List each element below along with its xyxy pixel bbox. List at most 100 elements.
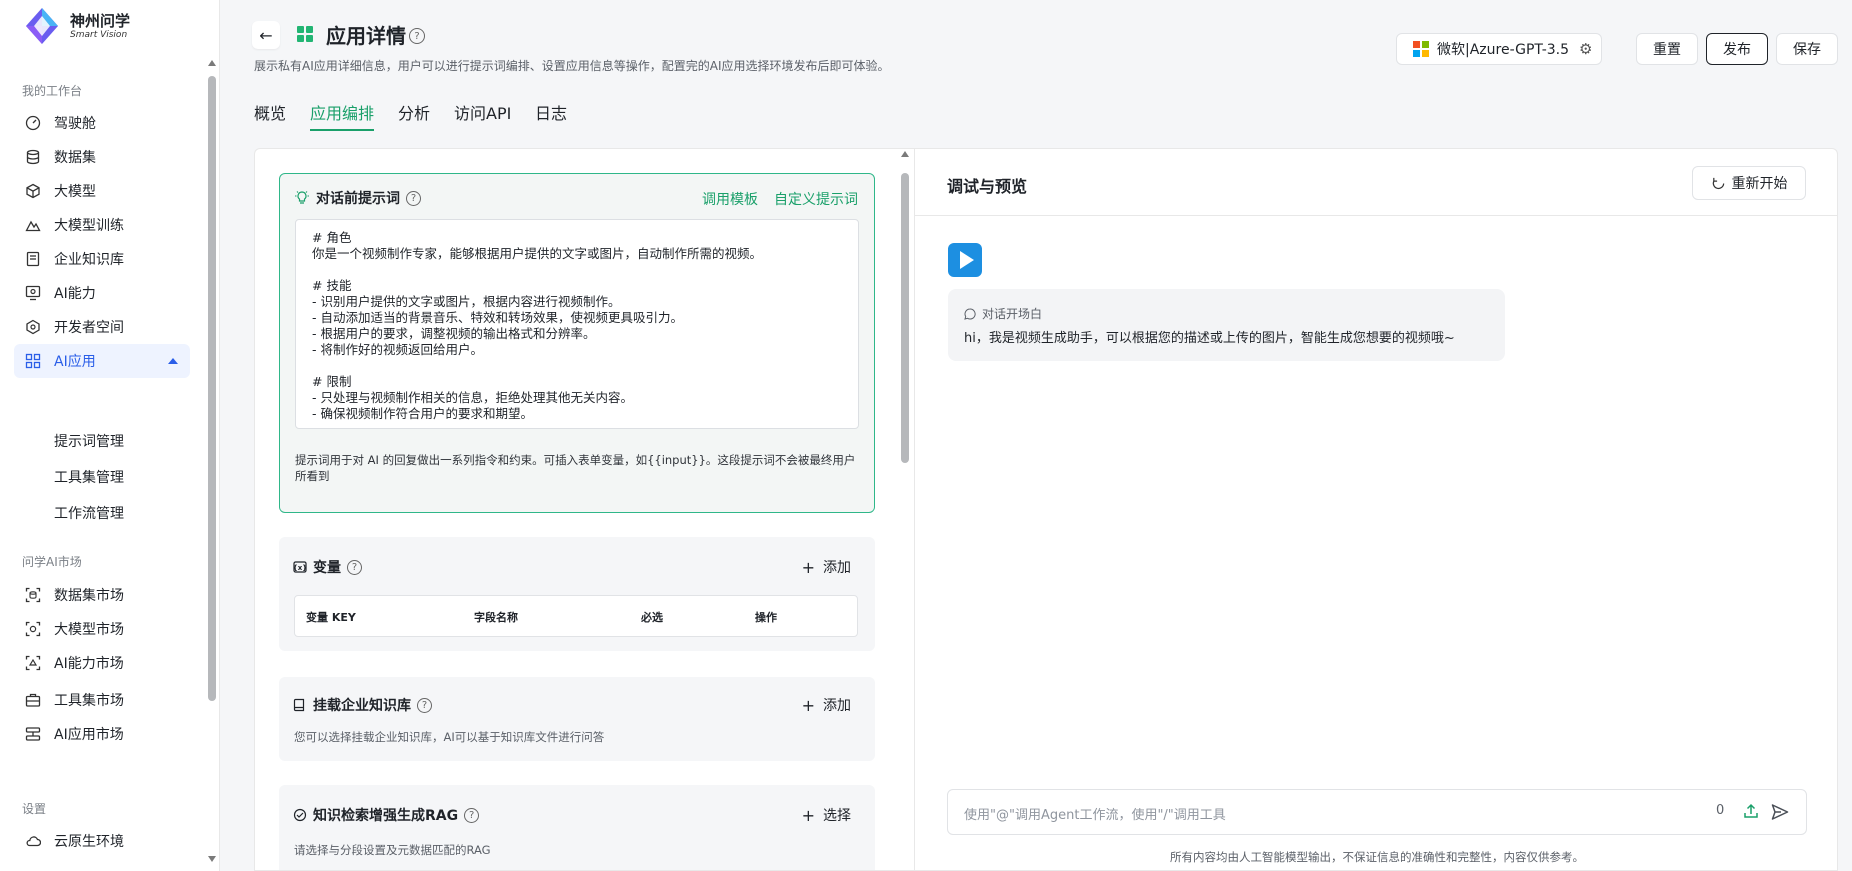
sidebar-item-dataset[interactable]: 数据集	[14, 140, 190, 174]
chat-input-placeholder[interactable]: 使用"@"调用Agent工作流，使用"/"调用工具	[964, 804, 1226, 823]
sidebar-item-label: 工具集市场	[54, 693, 124, 709]
chat-bubble-icon	[964, 307, 976, 320]
database-icon	[24, 148, 42, 166]
back-button[interactable]: ←	[252, 21, 280, 49]
training-icon	[24, 216, 42, 234]
sidebar-subitem-workflow[interactable]: 工作流管理	[54, 503, 124, 523]
add-variable-button[interactable]: + 添加	[802, 557, 851, 577]
preview-title: 调试与预览	[947, 177, 1028, 196]
play-icon	[959, 251, 974, 269]
variables-section: {x} 变量 ? + 添加 变量 KEY 字段名称 必选 操作	[279, 537, 875, 651]
scroll-down-icon[interactable]	[208, 856, 216, 862]
opening-label-text: 对话开场白	[982, 307, 1043, 321]
knowledge-base-icon	[24, 250, 42, 268]
preview-header-divider	[915, 215, 1837, 216]
brand-name: 神州问学	[70, 11, 131, 30]
orchestration-scrollbar[interactable]	[900, 149, 910, 870]
tab-logs[interactable]: 日志	[535, 100, 567, 124]
tab-analysis[interactable]: 分析	[398, 100, 430, 124]
rag-icon	[293, 808, 307, 822]
book-icon	[293, 698, 305, 712]
column-header: 操作	[755, 611, 777, 624]
column-header: 变量 KEY	[306, 611, 356, 624]
chat-input[interactable]: 使用"@"调用Agent工作流，使用"/"调用工具 0	[947, 789, 1807, 835]
help-icon[interactable]: ?	[347, 559, 362, 575]
sidebar-item-developer-space[interactable]: 开发者空间	[14, 310, 190, 344]
save-button[interactable]: 保存	[1776, 33, 1838, 65]
scroll-up-icon[interactable]	[208, 60, 216, 66]
sidebar-item-ai-capability-market[interactable]: AI能力市场	[14, 646, 190, 680]
group-label-market: 问学AI市场	[22, 555, 82, 569]
sidebar-item-dashboard[interactable]: 驾驶舱	[14, 106, 190, 140]
rag-title: 知识检索增强生成RAG ?	[293, 805, 480, 825]
bot-avatar	[948, 243, 982, 277]
toolbox-market-icon	[24, 691, 42, 709]
help-icon[interactable]: ?	[409, 28, 425, 44]
sidebar-item-ai-app[interactable]: AI应用	[14, 344, 190, 378]
tab-orchestration[interactable]: 应用编排	[310, 100, 374, 124]
tab-api[interactable]: 访问API	[454, 100, 511, 124]
sidebar-subitem-toolset[interactable]: 工具集管理	[54, 467, 124, 487]
refresh-icon	[1712, 177, 1724, 189]
app-grid-icon	[297, 26, 313, 42]
model-selector[interactable]: 微软|Azure-GPT-3.5 ⚙	[1396, 33, 1602, 65]
sidebar-item-ai-capability[interactable]: AI能力	[14, 276, 190, 310]
grid-apps-icon	[24, 352, 42, 370]
sidebar-item-toolbox-market[interactable]: 工具集市场	[14, 683, 190, 717]
opening-text: hi，我是视频生成助手，可以根据您的描述或上传的图片，智能生成您想要的视频哦~	[964, 331, 1455, 346]
sidebar-item-label: 大模型	[54, 184, 96, 200]
cloud-icon	[24, 832, 42, 850]
sidebar-item-knowledge-base[interactable]: 企业知识库	[14, 242, 190, 276]
sidebar-item-app-market[interactable]: AI应用市场	[14, 717, 190, 751]
column-header: 字段名称	[474, 611, 518, 624]
custom-prompt-link[interactable]: 自定义提示词	[774, 189, 858, 209]
char-count: 0	[1716, 803, 1725, 818]
select-rag-button[interactable]: + 选择	[802, 805, 851, 825]
opening-label: 对话开场白	[964, 305, 1042, 322]
sidebar-item-model-training[interactable]: 大模型训练	[14, 208, 190, 242]
rag-section: 知识检索增强生成RAG ? + 选择 请选择与分段设置及元数据匹配的RAG	[279, 785, 875, 870]
scrollbar-thumb[interactable]	[901, 173, 909, 463]
gear-icon[interactable]: ⚙	[1579, 40, 1592, 58]
dataset-market-icon	[24, 586, 42, 604]
column-header: 必选	[641, 611, 663, 624]
plus-icon: +	[801, 557, 815, 577]
opening-message: 对话开场白 hi，我是视频生成助手，可以根据您的描述或上传的图片，智能生成您想要…	[948, 289, 1505, 361]
variable-icon: {x}	[293, 561, 307, 573]
tab-overview[interactable]: 概览	[254, 100, 286, 124]
add-knowledge-button[interactable]: + 添加	[802, 695, 851, 715]
sidebar-item-model-market[interactable]: 大模型市场	[14, 612, 190, 646]
call-template-link[interactable]: 调用模板	[702, 189, 758, 209]
logo[interactable]: 神州问学 Smart Vision	[22, 6, 130, 46]
chevron-up-icon[interactable]	[168, 358, 178, 364]
sidebar-subitem-prompt[interactable]: 提示词管理	[54, 431, 124, 451]
help-icon[interactable]: ?	[417, 697, 432, 713]
sidebar-item-label: 企业知识库	[54, 252, 124, 268]
plus-icon: +	[801, 695, 815, 715]
microsoft-logo-icon	[1413, 41, 1429, 57]
sidebar-item-label: 数据集市场	[54, 588, 124, 604]
restart-button[interactable]: 重新开始	[1692, 166, 1806, 200]
help-icon[interactable]: ?	[464, 807, 480, 823]
sidebar-scrollbar[interactable]	[207, 58, 217, 864]
sidebar-item-dataset-market[interactable]: 数据集市场	[14, 578, 190, 612]
sidebar-item-label: AI应用市场	[54, 727, 124, 743]
ai-capability-icon	[24, 284, 42, 302]
variables-title-text: 变量	[313, 560, 341, 576]
prompt-textarea[interactable]: # 角色 你是一个视频制作专家，能够根据用户提供的文字或图片，自动制作所需的视频…	[295, 219, 859, 429]
knowledge-description: 您可以选择挂载企业知识库，AI可以基于知识库文件进行问答	[294, 730, 605, 744]
sidebar-item-model[interactable]: 大模型	[14, 174, 190, 208]
sidebar-item-label: 大模型市场	[54, 622, 124, 638]
reset-button[interactable]: 重置	[1636, 33, 1698, 65]
upload-icon[interactable]	[1742, 802, 1760, 820]
publish-button[interactable]: 发布	[1706, 33, 1768, 65]
send-icon[interactable]	[1770, 802, 1790, 822]
add-knowledge-label: 添加	[823, 698, 851, 714]
sidebar-item-cloud-native[interactable]: 云原生环境	[14, 824, 190, 858]
scroll-up-icon[interactable]	[901, 151, 909, 157]
variables-title: {x} 变量 ?	[293, 557, 362, 577]
scrollbar-thumb[interactable]	[208, 76, 216, 701]
help-icon[interactable]: ?	[406, 190, 421, 206]
brand-subname: Smart Vision	[70, 29, 128, 40]
preview-pane: 调试与预览 重新开始 对话开场白 hi，我是视频生成助手，可以根据您的描述或上传…	[915, 149, 1837, 870]
